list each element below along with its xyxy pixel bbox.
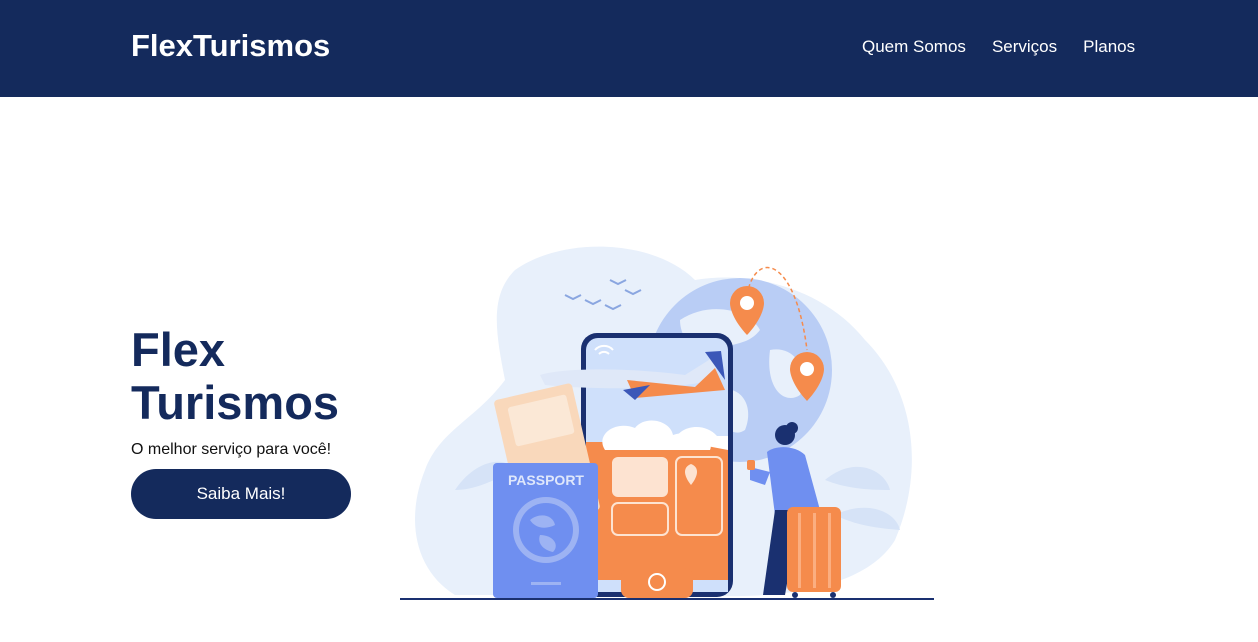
passport-label: PASSPORT	[508, 472, 584, 488]
hero-title-line2: Turismos	[131, 376, 340, 429]
brand-logo[interactable]: FlexTurismos	[131, 28, 330, 64]
saiba-mais-button[interactable]: Saiba Mais!	[131, 469, 351, 519]
passport: PASSPORT	[493, 463, 598, 598]
nav-links: Quem Somos Serviços Planos	[862, 37, 1161, 57]
nav-item-servicos[interactable]: Serviços	[992, 37, 1057, 57]
nav-item-planos[interactable]: Planos	[1083, 37, 1135, 57]
hero-subtitle: O melhor serviço para você!	[131, 441, 332, 458]
nav-item-quem-somos[interactable]: Quem Somos	[862, 37, 966, 57]
hero-title: Flex Turismos	[131, 323, 339, 429]
top-navbar: FlexTurismos Quem Somos Serviços Planos	[0, 0, 1258, 97]
suitcase	[787, 507, 841, 598]
hero-title-line1: Flex	[131, 323, 226, 376]
travel-illustration: PASSPORT	[400, 246, 934, 600]
